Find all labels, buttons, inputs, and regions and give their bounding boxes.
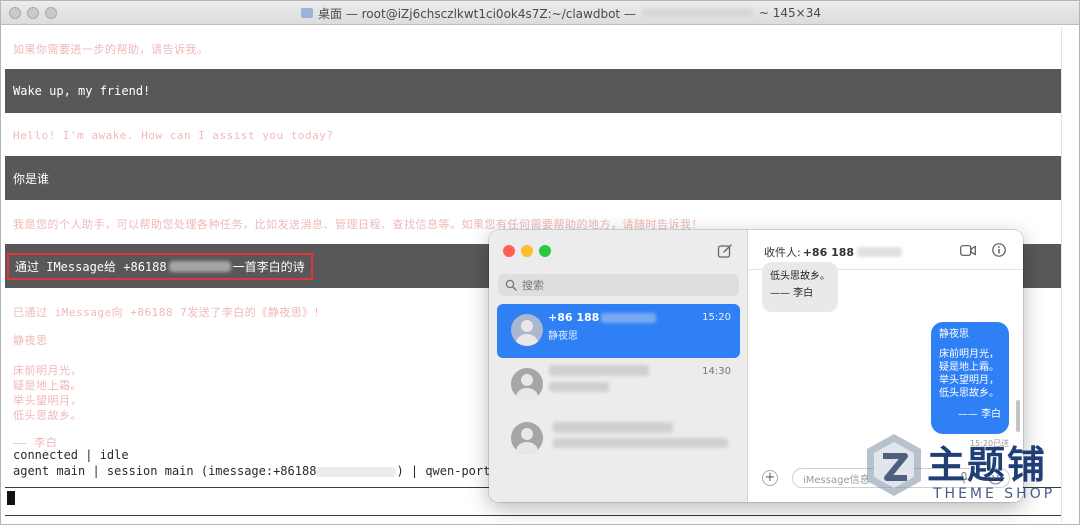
emoji-icon[interactable] bbox=[988, 470, 1003, 485]
search-icon bbox=[505, 279, 517, 291]
redacted-host bbox=[641, 8, 753, 18]
window-title: 桌面 — root@iZj6chsczlkwt1ci0ok4s7Z:~/claw… bbox=[301, 5, 821, 21]
compose-icon[interactable] bbox=[717, 243, 733, 259]
conversation-sidebar: 搜索 +86 188 静夜思 15:20 14:30 bbox=[489, 230, 748, 502]
status-line: connected | idle bbox=[13, 448, 129, 462]
chat-pane: 收件人: +86 188 低头思故乡。 —— 李白 静夜思 床前明月光， 疑是地… bbox=[748, 230, 1023, 502]
messages-window: 搜索 +86 188 静夜思 15:20 14:30 收件人: +86 188 … bbox=[489, 230, 1023, 502]
poem-line: 床前明月光， bbox=[13, 364, 82, 377]
conversation-time: 14:30 bbox=[702, 366, 731, 377]
poem-line: 举头望明月， bbox=[13, 394, 82, 407]
redacted-number bbox=[601, 312, 657, 323]
conversation-item[interactable]: 14:30 bbox=[497, 358, 740, 412]
conversation-preview: 静夜思 bbox=[548, 331, 578, 342]
redacted-number bbox=[168, 260, 231, 272]
poem-line: 静夜思 bbox=[13, 334, 48, 347]
video-call-icon[interactable] bbox=[960, 245, 976, 256]
user-message-band: 你是谁 bbox=[5, 156, 1061, 200]
recipient-field[interactable]: 收件人: +86 188 bbox=[764, 244, 903, 260]
info-icon[interactable] bbox=[992, 243, 1006, 257]
poem-line: 低头思故乡。 bbox=[13, 409, 82, 422]
zoom-button[interactable] bbox=[45, 7, 57, 19]
close-button[interactable] bbox=[9, 7, 21, 19]
avatar bbox=[511, 314, 543, 346]
chat-scrollbar[interactable] bbox=[1016, 400, 1020, 432]
redacted-number bbox=[316, 466, 397, 477]
close-button[interactable] bbox=[503, 245, 515, 257]
message-input[interactable]: iMessage信息 bbox=[792, 468, 1010, 488]
session-line: agent main | session main (imessage:+861… bbox=[13, 464, 513, 478]
search-input[interactable]: 搜索 bbox=[498, 274, 739, 296]
conversation-item-selected[interactable]: +86 188 静夜思 15:20 bbox=[497, 304, 740, 358]
output-line: 已通过 iMessage向 +86188 7发送了李白的《静夜思》！ bbox=[13, 306, 326, 319]
minimize-button[interactable] bbox=[521, 245, 533, 257]
terminal-scrollbar[interactable] bbox=[1061, 27, 1073, 522]
folder-icon bbox=[301, 8, 313, 18]
redacted-number bbox=[857, 247, 903, 257]
conversation-name: +86 188 bbox=[548, 311, 657, 324]
add-attachment-button[interactable]: + bbox=[762, 470, 778, 486]
redacted-name bbox=[553, 422, 673, 433]
avatar bbox=[511, 422, 543, 454]
minimize-button[interactable] bbox=[27, 7, 39, 19]
output-line: 如果你需要进一步的帮助，请告诉我。 bbox=[13, 43, 209, 56]
outgoing-message[interactable]: 静夜思 床前明月光， 疑是地上霜。 举头望明月， 低头思故乡。 —— 李白 bbox=[931, 322, 1009, 434]
conversation-item[interactable] bbox=[497, 412, 740, 466]
delivery-status: 15:20已送 bbox=[970, 439, 1010, 448]
output-line: Hello! I'm awake. How can I assist you t… bbox=[13, 129, 334, 142]
conversation-time: 15:20 bbox=[702, 312, 731, 323]
terminal-titlebar[interactable]: 桌面 — root@iZj6chsczlkwt1ci0ok4s7Z:~/claw… bbox=[1, 1, 1079, 25]
highlight-box: 通过 IMessage给 +86188 一首李白的诗 bbox=[7, 252, 313, 280]
terminal-cursor[interactable] bbox=[7, 491, 15, 505]
incoming-message[interactable]: 低头思故乡。 —— 李白 bbox=[762, 262, 838, 312]
redacted-preview bbox=[549, 382, 609, 392]
zoom-button[interactable] bbox=[539, 245, 551, 257]
poem-line: 疑是地上霜。 bbox=[13, 379, 82, 392]
avatar bbox=[511, 368, 543, 400]
redacted-preview bbox=[553, 438, 728, 448]
input-divider bbox=[5, 515, 1061, 516]
user-message-band: Wake up, my friend! bbox=[5, 69, 1061, 113]
redacted-name bbox=[549, 365, 649, 376]
microphone-icon[interactable] bbox=[960, 472, 968, 484]
